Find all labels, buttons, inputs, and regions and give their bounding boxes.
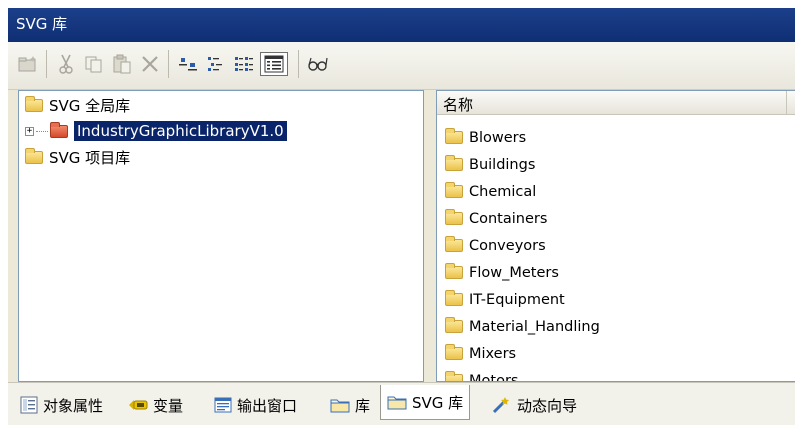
folder-icon [25,147,43,164]
folder-icon [445,209,463,225]
list-item[interactable]: Motors [445,367,518,381]
copy-button[interactable] [82,52,106,76]
pane-splitter[interactable] [424,90,436,382]
folder-icon [445,155,463,171]
tab-object-properties[interactable]: 对象属性 [14,390,109,420]
tab-svg-library[interactable]: SVG 库 [380,385,471,420]
delete-button[interactable] [138,52,162,76]
cut-button[interactable] [54,52,78,76]
tab-output-window[interactable]: 输出窗口 [208,390,303,420]
new-folder-button[interactable] [16,52,40,76]
folder-icon [445,290,463,306]
large-icons-view-button[interactable] [176,52,200,76]
library-tree[interactable]: SVG 全局库 + IndustryGraphicLibraryV1.0 SVG… [18,90,424,382]
tab-variables[interactable]: 变量 [122,390,189,420]
folder-icon [445,263,463,279]
list-item[interactable]: Blowers [445,124,526,151]
bottom-tab-bar: 对象属性 变量 输出窗口 库 SVG 库 动态向导 [8,382,795,425]
details-view-icon [264,55,284,73]
folder-icon [445,236,463,252]
tree-item-label: SVG 全局库 [49,96,131,115]
toolbar [8,42,795,90]
list-item[interactable]: Conveyors [445,232,546,259]
details-view-button[interactable] [260,52,288,76]
cut-icon [59,54,73,74]
library-folder-icon [50,121,68,138]
folder-icon [445,128,463,144]
dynamic-wizard-icon [492,396,512,414]
column-header-name[interactable]: 名称 [437,91,787,115]
tree-item-global-library[interactable]: SVG 全局库 [25,92,130,118]
svg-library-folder-icon [387,394,407,410]
tree-item-project-library[interactable]: SVG 项目库 [25,144,130,170]
tree-item-label: SVG 项目库 [49,148,131,167]
list-view-button[interactable] [232,52,256,76]
large-icons-view-icon [179,58,197,71]
list-item[interactable]: Chemical [445,178,536,205]
small-icons-view-button[interactable] [204,52,228,76]
list-view-icon [235,57,253,71]
svg-library-window: SVG 库 SVG 全局库 + IndustryGraphicLibraryV1… [8,8,795,425]
tab-dynamic-wizard[interactable]: 动态向导 [486,390,583,420]
list-item[interactable]: IT-Equipment [445,286,565,313]
list-item[interactable]: Buildings [445,151,535,178]
folder-icon [445,371,463,381]
list-item[interactable]: Material_Handling [445,313,600,340]
library-item-list[interactable]: 名称 Blowers Buildings Chemical Containers… [436,90,795,382]
preview-button[interactable] [306,52,330,76]
copy-icon [85,56,102,73]
paste-icon [113,54,131,74]
folder-icon [445,344,463,360]
library-folder-icon [330,397,350,413]
tree-item-label: IndustryGraphicLibraryV1.0 [74,121,287,141]
output-window-icon [214,397,232,413]
list-item[interactable]: Containers [445,205,547,232]
tree-item-industry-graphic-library[interactable]: + IndustryGraphicLibraryV1.0 [25,118,287,144]
paste-button[interactable] [110,52,134,76]
folder-icon [445,317,463,333]
new-folder-icon [18,56,36,72]
properties-icon [20,396,38,414]
small-icons-view-icon [208,57,222,71]
tab-library[interactable]: 库 [324,390,376,420]
variable-icon [128,398,148,412]
folder-icon [445,182,463,198]
list-item[interactable]: Flow_Meters [445,259,559,286]
delete-icon [142,56,158,72]
folder-icon [25,95,43,112]
expand-icon[interactable]: + [25,126,34,136]
preview-glasses-icon [308,57,328,71]
list-item[interactable]: Mixers [445,340,516,367]
window-title: SVG 库 [8,8,795,42]
